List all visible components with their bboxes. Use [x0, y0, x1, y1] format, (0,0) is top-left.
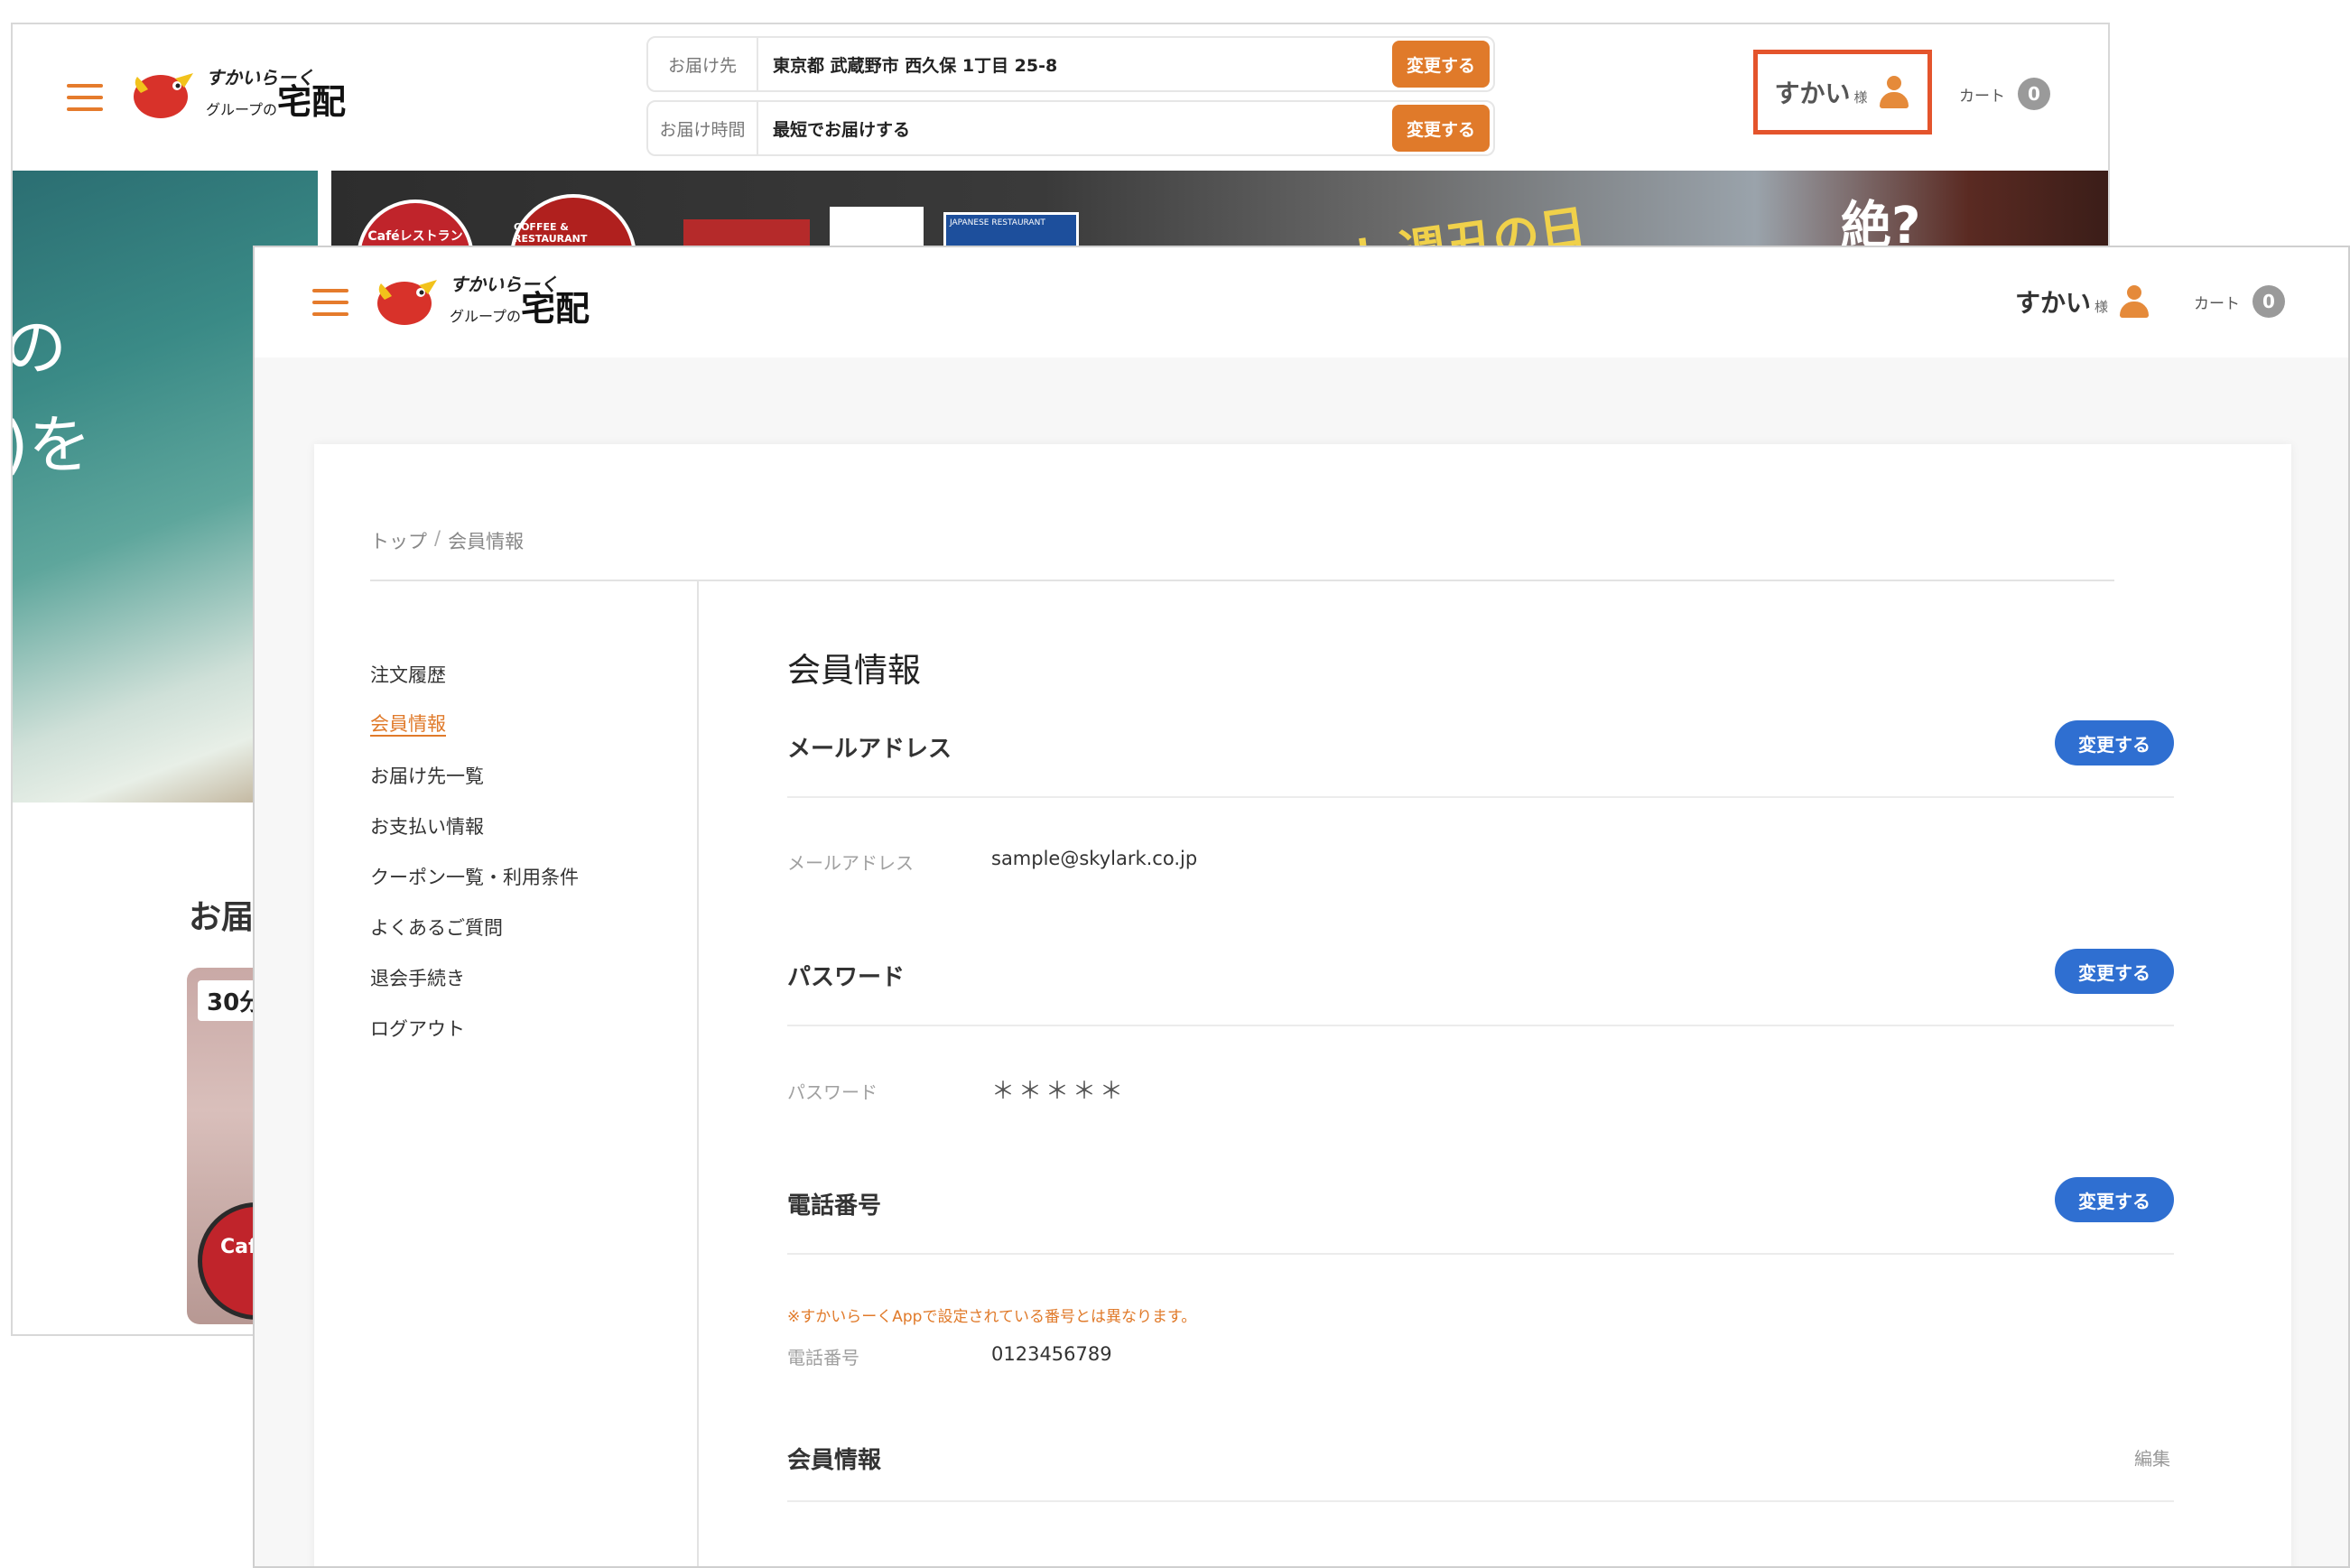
- sidebar-item-coupons[interactable]: クーポン一覧・利用条件: [370, 863, 579, 890]
- delivery-address-box: お届け先 東京都 武蔵野市 西久保 1丁目 25-8 変更する: [646, 36, 1495, 92]
- hero-text-line2: )を: [11, 408, 92, 482]
- change-email-button[interactable]: 変更する: [2055, 720, 2174, 765]
- change-password-button[interactable]: 変更する: [2055, 949, 2174, 994]
- change-delivery-time-button[interactable]: 変更する: [1392, 105, 1490, 152]
- phone-note: ※すかいらーくAppで設定されている番号とは異なります。: [787, 1308, 1197, 1326]
- content-card: [314, 444, 2291, 1566]
- bird-logo-icon: [372, 273, 442, 329]
- cart-label: カート: [1959, 87, 2005, 106]
- user-name: すかい: [2015, 288, 2092, 318]
- user-name: すかい: [1774, 79, 1851, 108]
- user-icon: [2117, 283, 2151, 320]
- cart-button[interactable]: カート 0: [1959, 78, 2050, 110]
- phone-field-label: 電話番号: [787, 1347, 859, 1369]
- menu-icon[interactable]: [312, 289, 348, 316]
- cart-button[interactable]: カート 0: [2194, 285, 2285, 318]
- sidebar-item-payment-info[interactable]: お支払い情報: [370, 812, 484, 840]
- change-phone-button[interactable]: 変更する: [2055, 1177, 2174, 1222]
- sidebar-item-member-info[interactable]: 会員情報: [370, 710, 446, 737]
- email-field-label: メールアドレス: [787, 852, 914, 874]
- change-address-button[interactable]: 変更する: [1392, 41, 1490, 88]
- password-field-value: ＊＊＊＊＊: [991, 1078, 1128, 1105]
- breadcrumb: トップ / 会員情報: [370, 527, 524, 554]
- address-value: 東京都 武蔵野市 西久保 1丁目 25-8: [773, 55, 1058, 76]
- front-header: すかいらーく グループの 宅配 すかい 様 カート 0: [255, 247, 2348, 357]
- password-section-title: パスワード: [787, 964, 906, 991]
- logo-main-text: 宅配: [277, 82, 347, 122]
- page-title: 会員情報: [787, 651, 921, 690]
- delivery-time-label: お届け時間: [648, 102, 758, 154]
- edit-member-info-link[interactable]: 編集: [2134, 1444, 2170, 1471]
- phone-field-value: 0123456789: [991, 1343, 1112, 1365]
- sidebar-item-address-list[interactable]: お届け先一覧: [370, 762, 484, 789]
- front-window-member-info: すかいらーく グループの 宅配 すかい 様 カート 0 トップ / 会員情報 注…: [253, 246, 2350, 1568]
- user-account[interactable]: すかい 様: [2015, 283, 2151, 320]
- sidebar-divider: [697, 581, 699, 1566]
- logo-line2: グループの: [206, 101, 278, 118]
- back-header: すかいらーく グループの 宅配 お届け先 東京都 武蔵野市 西久保 1丁目 25…: [13, 24, 2108, 171]
- sidebar-item-withdraw[interactable]: 退会手続き: [370, 964, 465, 991]
- breadcrumb-home-link[interactable]: トップ: [370, 527, 427, 554]
- member-section-divider: [787, 1500, 2174, 1502]
- email-section-title: メールアドレス: [787, 736, 952, 763]
- password-section-divider: [787, 1025, 2174, 1026]
- site-logo[interactable]: すかいらーく グループの 宅配: [128, 66, 346, 122]
- breadcrumb-current: 会員情報: [448, 531, 525, 552]
- sidebar-item-logout[interactable]: ログアウト: [370, 1015, 465, 1042]
- sidebar-item-faq[interactable]: よくあるご質問: [370, 914, 503, 941]
- breadcrumb-divider: [370, 580, 2114, 581]
- sidebar-item-order-history[interactable]: 注文履歴: [370, 661, 446, 688]
- logo-main-text: 宅配: [521, 289, 590, 329]
- delivery-time-box: お届け時間 最短でお届けする 変更する: [646, 100, 1495, 156]
- site-logo[interactable]: すかいらーく グループの 宅配: [372, 273, 590, 329]
- logo-line2: グループの: [450, 308, 522, 325]
- address-label: お届け先: [648, 38, 758, 90]
- user-account-highlighted[interactable]: すかい 様: [1753, 50, 1932, 135]
- delivery-time-value: 最短でお届けする: [773, 119, 911, 140]
- email-field-value: sample@skylark.co.jp: [991, 848, 1198, 869]
- user-icon: [1877, 74, 1911, 110]
- phone-section-title: 電話番号: [787, 1192, 882, 1220]
- cart-count-badge: 0: [2018, 78, 2050, 110]
- password-field-label: パスワード: [787, 1081, 878, 1103]
- member-section-title: 会員情報: [787, 1447, 882, 1474]
- cart-count-badge: 0: [2252, 285, 2285, 318]
- bird-logo-icon: [128, 66, 199, 122]
- cart-label: カート: [2194, 294, 2240, 313]
- phone-section-divider: [787, 1253, 2174, 1255]
- breadcrumb-separator: /: [434, 527, 441, 549]
- menu-icon[interactable]: [67, 84, 103, 111]
- user-honorific: 様: [2095, 298, 2109, 315]
- section-title: お届: [189, 899, 255, 936]
- hero-text-line1: の: [13, 297, 67, 388]
- email-section-divider: [787, 796, 2174, 798]
- user-honorific: 様: [1853, 88, 1868, 106]
